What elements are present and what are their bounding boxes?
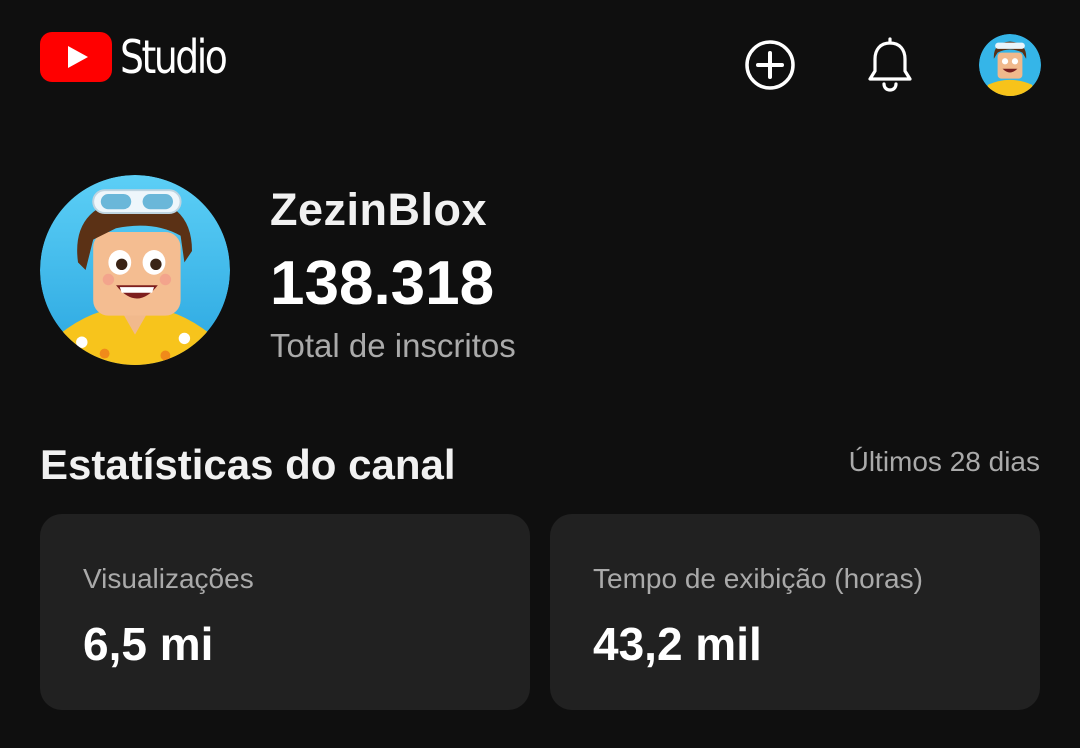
channel-name: ZezinBlox xyxy=(270,184,488,235)
watch-time-value: 43,2 mil xyxy=(593,618,762,670)
notifications-button[interactable] xyxy=(860,35,920,95)
views-value: 6,5 mi xyxy=(83,618,214,670)
top-app-bar: Studio xyxy=(0,0,1080,130)
subscriber-count: 138.318 xyxy=(270,249,495,318)
watch-time-label: Tempo de exibição (horas) xyxy=(593,563,923,594)
watch-time-card[interactable]: Tempo de exibição (horas) 43,2 mil xyxy=(550,514,1040,710)
bell-icon xyxy=(868,37,912,92)
stats-section-title: Estatísticas do canal xyxy=(40,441,456,488)
stats-period: Últimos 28 dias xyxy=(848,446,1040,477)
channel-avatar-image xyxy=(40,175,230,365)
create-button[interactable] xyxy=(740,35,800,95)
account-avatar[interactable] xyxy=(979,34,1041,96)
views-label: Visualizações xyxy=(83,563,254,594)
channel-avatar[interactable] xyxy=(40,175,230,365)
subscriber-label: Total de inscritos xyxy=(270,327,516,364)
avatar-image xyxy=(979,34,1041,96)
views-card[interactable]: Visualizações 6,5 mi xyxy=(40,514,530,710)
logo-text: Studio xyxy=(120,30,228,84)
youtube-studio-logo[interactable]: Studio xyxy=(40,32,249,82)
youtube-logo-icon xyxy=(40,32,112,82)
create-icon xyxy=(745,40,795,90)
